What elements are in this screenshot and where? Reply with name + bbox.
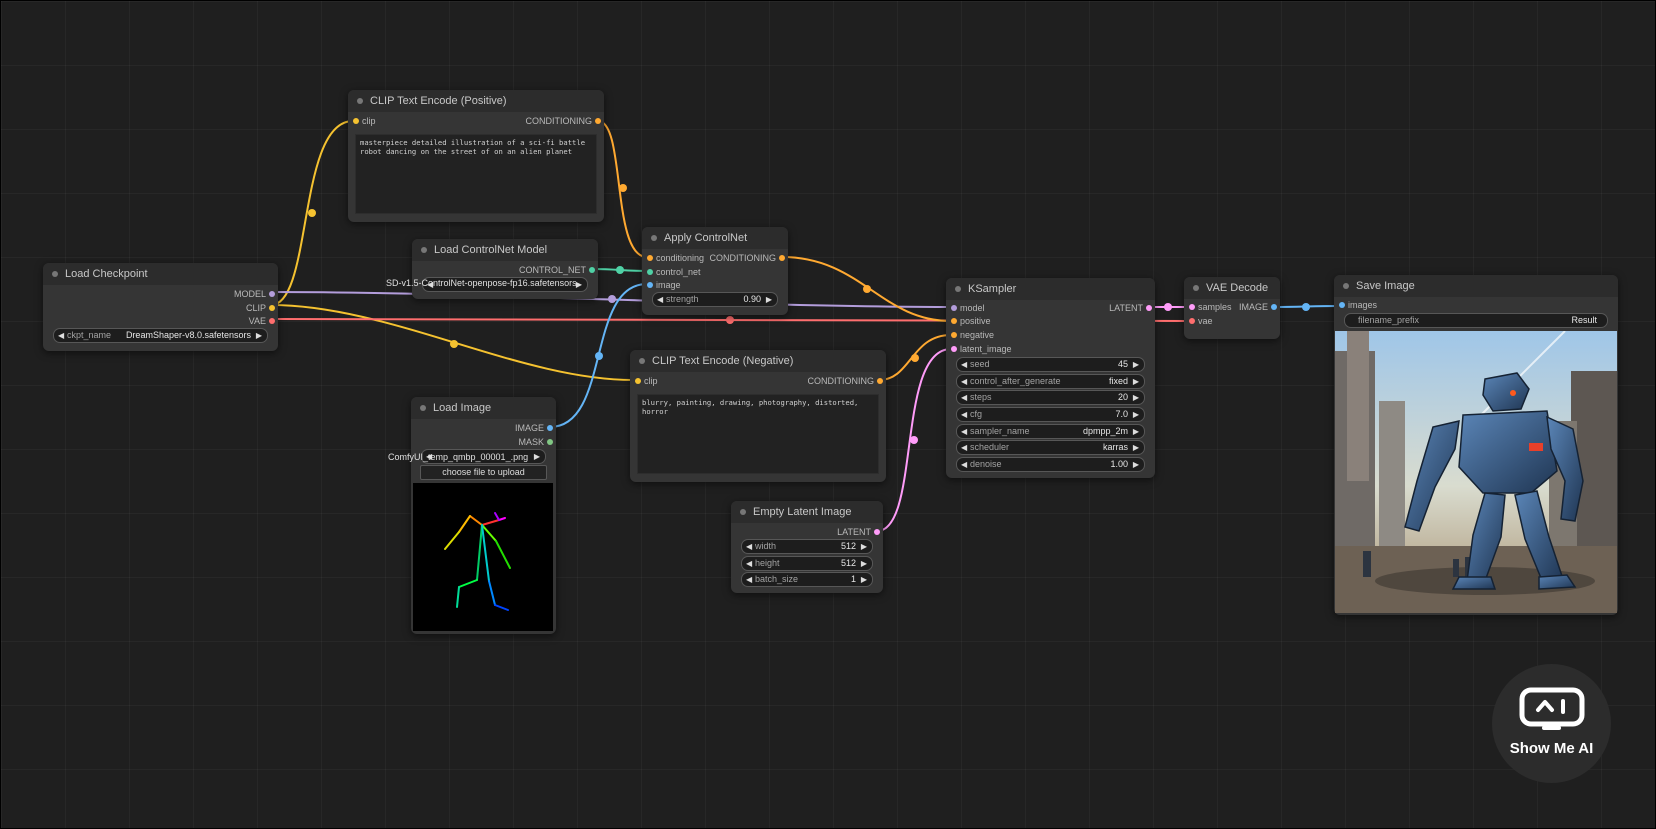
output-latent[interactable]: LATENT: [837, 526, 880, 538]
arrow-left-icon[interactable]: ◀: [961, 458, 967, 471]
show-me-ai-logo: Show Me AI: [1492, 664, 1611, 783]
node-title: CLIP Text Encode (Negative): [630, 350, 886, 372]
arrow-right-icon[interactable]: ▶: [1133, 375, 1139, 388]
node-title: CLIP Text Encode (Positive): [348, 90, 604, 112]
arrow-left-icon[interactable]: ◀: [58, 329, 64, 342]
output-image[interactable]: IMAGE: [1239, 301, 1277, 313]
filename-prefix-text-widget[interactable]: filename_prefix Result: [1344, 313, 1608, 328]
output-mask[interactable]: MASK: [518, 436, 553, 448]
arrow-right-icon[interactable]: ▶: [1133, 441, 1139, 454]
arrow-left-icon[interactable]: ◀: [746, 557, 752, 570]
output-vae[interactable]: VAE: [249, 315, 275, 327]
seed-number-widget[interactable]: ◀ seed 45 ▶: [956, 357, 1145, 372]
workflow-canvas[interactable]: Load Checkpoint MODEL CLIP VAE ◀ ckpt_na…: [1, 1, 1655, 828]
robot-illustration-icon: [1335, 331, 1617, 613]
input-images[interactable]: images: [1339, 299, 1377, 311]
denoise-number-widget[interactable]: ◀ denoise 1.00 ▶: [956, 457, 1145, 472]
input-positive[interactable]: positive: [951, 315, 991, 327]
arrow-left-icon[interactable]: ◀: [961, 391, 967, 404]
input-image[interactable]: image: [647, 279, 681, 291]
arrow-left-icon[interactable]: ◀: [961, 375, 967, 388]
node-title: Empty Latent Image: [731, 501, 883, 523]
node-title: VAE Decode: [1184, 277, 1280, 299]
node-save-image[interactable]: Save Image images filename_prefix Result: [1334, 275, 1618, 615]
node-load-checkpoint[interactable]: Load Checkpoint MODEL CLIP VAE ◀ ckpt_na…: [43, 263, 278, 351]
arrow-right-icon[interactable]: ▶: [1133, 391, 1139, 404]
node-vae-decode[interactable]: VAE Decode samples vae IMAGE: [1184, 277, 1280, 339]
input-clip[interactable]: clip: [635, 375, 658, 387]
negative-prompt-textarea[interactable]: blurry, painting, drawing, photography, …: [637, 394, 879, 474]
arrow-left-icon[interactable]: ◀: [961, 441, 967, 454]
arrow-left-icon[interactable]: ◀: [746, 540, 752, 553]
result-image-preview: [1335, 331, 1617, 613]
node-empty-latent-image[interactable]: Empty Latent Image LATENT ◀ width 512 ▶ …: [731, 501, 883, 593]
strength-number-widget[interactable]: ◀ strength 0.90 ▶: [652, 292, 778, 307]
arrow-right-icon[interactable]: ▶: [1133, 458, 1139, 471]
robot-face-logo-icon: [1519, 687, 1585, 730]
openpose-skeleton-icon: [444, 512, 511, 611]
arrow-left-icon[interactable]: ◀: [961, 358, 967, 371]
output-conditioning[interactable]: CONDITIONING: [808, 375, 883, 387]
output-latent[interactable]: LATENT: [1109, 302, 1152, 314]
node-title: Load ControlNet Model: [412, 239, 598, 261]
node-title: KSampler: [946, 278, 1155, 300]
arrow-right-icon[interactable]: ▶: [1133, 425, 1139, 438]
batch-size-number-widget[interactable]: ◀ batch_size 1 ▶: [741, 572, 873, 587]
node-ksampler[interactable]: KSampler model positive negative latent_…: [946, 278, 1155, 478]
control-after-generate-combo[interactable]: ◀ control_after_generate fixed ▶: [956, 374, 1145, 389]
output-conditioning[interactable]: CONDITIONING: [526, 115, 601, 127]
cfg-number-widget[interactable]: ◀ cfg 7.0 ▶: [956, 407, 1145, 422]
node-clip-text-encode-positive[interactable]: CLIP Text Encode (Positive) clip CONDITI…: [348, 90, 604, 222]
output-model[interactable]: MODEL: [234, 288, 275, 300]
positive-prompt-textarea[interactable]: masterpiece detailed illustration of a s…: [355, 134, 597, 214]
image-name-value: ComfyUI_temp_qmbp_00001_.png: [388, 452, 529, 462]
input-negative[interactable]: negative: [951, 329, 994, 341]
input-clip[interactable]: clip: [353, 115, 376, 127]
input-control-net[interactable]: control_net: [647, 266, 701, 278]
arrow-left-icon[interactable]: ◀: [961, 425, 967, 438]
pose-preview-image: [413, 483, 553, 631]
input-conditioning[interactable]: conditioning: [647, 252, 704, 264]
node-clip-text-encode-negative[interactable]: CLIP Text Encode (Negative) clip CONDITI…: [630, 350, 886, 482]
node-load-controlnet-model[interactable]: Load ControlNet Model CONTROL_NET ◀ ▶: [412, 239, 598, 299]
node-title: Load Checkpoint: [43, 263, 278, 285]
output-control-net[interactable]: CONTROL_NET: [519, 264, 595, 276]
arrow-left-icon[interactable]: ◀: [961, 408, 967, 421]
output-clip[interactable]: CLIP: [246, 302, 275, 314]
arrow-right-icon[interactable]: ▶: [1133, 408, 1139, 421]
node-title: Apply ControlNet: [642, 227, 788, 249]
arrow-right-icon[interactable]: ▶: [861, 573, 867, 586]
arrow-right-icon[interactable]: ▶: [861, 540, 867, 553]
arrow-right-icon[interactable]: ▶: [861, 557, 867, 570]
arrow-right-icon[interactable]: ▶: [1133, 358, 1139, 371]
input-samples[interactable]: samples: [1189, 301, 1232, 313]
logo-text: Show Me AI: [1509, 740, 1594, 757]
input-model[interactable]: model: [951, 302, 985, 314]
sampler-name-combo[interactable]: ◀ sampler_name dpmpp_2m ▶: [956, 424, 1145, 439]
scheduler-combo[interactable]: ◀ scheduler karras ▶: [956, 440, 1145, 455]
steps-number-widget[interactable]: ◀ steps 20 ▶: [956, 390, 1145, 405]
node-title: Load Image: [411, 397, 556, 419]
node-load-image[interactable]: Load Image IMAGE MASK ◀ ▶ choose file to…: [411, 397, 556, 634]
input-vae[interactable]: vae: [1189, 315, 1213, 327]
arrow-right-icon[interactable]: ▶: [766, 293, 772, 306]
node-apply-controlnet[interactable]: Apply ControlNet conditioning control_ne…: [642, 227, 788, 315]
node-title: Save Image: [1334, 275, 1618, 297]
upload-button[interactable]: choose file to upload: [420, 465, 547, 480]
control-net-name-value: SD-v1.5-ControlNet-openpose-fp16.safeten…: [386, 278, 577, 288]
arrow-left-icon[interactable]: ◀: [657, 293, 663, 306]
ckpt-name-combo[interactable]: ◀ ckpt_name DreamShaper-v8.0.safetensors…: [53, 328, 268, 343]
arrow-left-icon[interactable]: ◀: [746, 573, 752, 586]
arrow-right-icon[interactable]: ▶: [534, 450, 540, 463]
output-image[interactable]: IMAGE: [515, 422, 553, 434]
height-number-widget[interactable]: ◀ height 512 ▶: [741, 556, 873, 571]
input-latent-image[interactable]: latent_image: [951, 343, 1012, 355]
output-conditioning[interactable]: CONDITIONING: [710, 252, 785, 264]
width-number-widget[interactable]: ◀ width 512 ▶: [741, 539, 873, 554]
arrow-right-icon[interactable]: ▶: [256, 329, 262, 342]
